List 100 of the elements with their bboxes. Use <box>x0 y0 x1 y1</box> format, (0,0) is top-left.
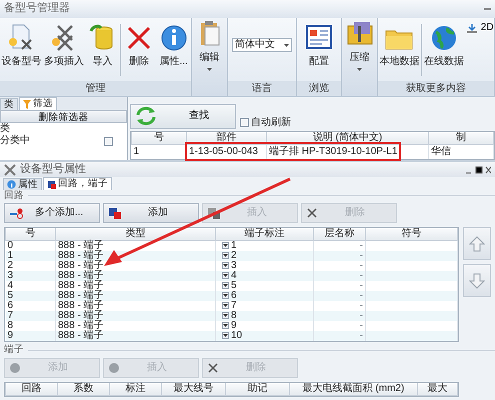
table-cell: - <box>360 290 363 301</box>
circle-icon <box>9 362 21 374</box>
ribbon-button[interactable]: 设备型号 <box>0 22 42 68</box>
dropdown-button[interactable] <box>222 302 229 309</box>
info-icon <box>7 180 16 189</box>
table-cell: 888 - 端子 <box>56 270 216 280</box>
caret-icon <box>223 294 228 297</box>
action-button: 添加 <box>4 358 100 378</box>
dropdown-button[interactable] <box>222 252 229 259</box>
group-label: 管理 <box>0 81 191 96</box>
dropdown-button[interactable] <box>222 332 229 339</box>
list-item[interactable]: 类 <box>0 123 10 135</box>
caret-icon <box>223 254 228 257</box>
tab[interactable]: 类 <box>0 98 18 110</box>
table-cell-text: 2 <box>231 251 238 260</box>
caret-icon <box>223 284 228 287</box>
ribbon-button[interactable]: 删除 <box>122 22 156 68</box>
column-header[interactable]: 端子标注 <box>216 228 314 240</box>
dropdown-button[interactable] <box>222 312 229 319</box>
column-header[interactable]: 符号 <box>366 228 458 240</box>
tab[interactable]: 筛选 <box>19 97 57 110</box>
table-cell: 7 <box>6 310 56 320</box>
dropdown-button[interactable] <box>222 322 229 329</box>
ribbon-button[interactable]: 配置 <box>302 22 336 68</box>
dropdown-button[interactable]: 压缩 <box>342 18 377 96</box>
dropdown-button[interactable] <box>222 282 229 289</box>
table-cell: 1 <box>6 250 56 260</box>
action-button: 删除 <box>202 358 298 378</box>
table-cell: - <box>360 320 363 331</box>
table-cell: - <box>360 270 363 281</box>
table-cell-text: 9 <box>231 321 238 330</box>
action-button[interactable]: 多个添加... <box>4 203 100 223</box>
column-header[interactable]: 号 <box>6 228 56 240</box>
group-label: 端子 <box>4 344 24 356</box>
caret-icon <box>284 44 289 46</box>
dropdown-button[interactable] <box>222 262 229 269</box>
ribbon-button[interactable]: 在线数据 <box>422 22 465 68</box>
action-button[interactable]: 添加 <box>103 203 199 223</box>
terminal-icon <box>108 207 122 219</box>
action-button: 插入 <box>202 203 298 223</box>
column-header[interactable]: 号 <box>132 132 186 144</box>
table-cell: 9 <box>6 330 56 340</box>
ribbon-button[interactable]: 导入 <box>86 22 120 68</box>
table-cell: - <box>360 300 363 311</box>
arrow-up-icon <box>469 236 485 252</box>
tab[interactable]: 回路，端子 <box>43 177 112 190</box>
tab[interactable]: 属性 <box>3 178 42 190</box>
table-cell: 888 - 端子 <box>56 310 216 320</box>
table-cell: 端子排 HP-T3019-10-10P-L1 <box>266 144 428 159</box>
ribbon-button[interactable]: 属性... <box>156 22 191 68</box>
add-multiple-icon <box>9 207 23 219</box>
table-cell: - <box>360 260 363 271</box>
minimize-icon <box>484 8 491 10</box>
dropdown-button[interactable] <box>222 272 229 279</box>
caret-icon <box>223 244 228 248</box>
column-header[interactable]: 最大电线截面积 (mm2) <box>290 382 418 395</box>
checkbox[interactable] <box>104 136 113 146</box>
column-header[interactable]: 系数 <box>58 382 110 395</box>
column-header[interactable]: 回路 <box>6 382 58 395</box>
list-item[interactable]: 分类中 <box>0 135 30 147</box>
panel-icon <box>303 22 335 52</box>
table-cell: 3 <box>6 270 56 280</box>
table-cell-text: 4 <box>231 271 238 280</box>
action-button: 插入 <box>103 358 199 378</box>
table-cell: 888 - 端子 <box>56 330 216 340</box>
checkbox[interactable] <box>240 118 249 127</box>
window-controls-icon <box>465 166 491 174</box>
group-label: 语言 <box>228 81 296 96</box>
remove-filter-button[interactable]: 删除筛选器 <box>0 110 127 123</box>
column-header[interactable]: 类型 <box>56 228 216 240</box>
window-title: 设备型号属性 <box>20 162 86 176</box>
dropdown-button[interactable] <box>222 292 229 299</box>
action-button: 删除 <box>301 203 397 223</box>
table-cell: - <box>360 330 363 341</box>
table-cell: 华信 <box>428 144 494 159</box>
ribbon-button[interactable]: 2D <box>466 22 494 34</box>
close-icon <box>306 207 318 219</box>
circle-icon <box>108 362 120 374</box>
table-cell: 888 - 端子 <box>56 290 216 300</box>
caret-icon <box>207 68 212 71</box>
table-cell: 1-13-05-00-043 <box>186 144 266 159</box>
table-cell-text: 3 <box>231 261 238 270</box>
table-cell-text: 6 <box>231 291 238 300</box>
column-header[interactable]: 层名称 <box>314 228 366 240</box>
column-header[interactable]: 标注 <box>110 382 162 395</box>
terminal-icon <box>207 207 221 219</box>
window-title: 备型号管理器 <box>4 2 70 16</box>
ribbon-button[interactable]: 本地数据 <box>378 22 420 68</box>
search-button[interactable]: 查找 <box>130 104 236 128</box>
column-header[interactable]: 最大 <box>418 382 458 395</box>
dropdown-button[interactable]: 编辑 <box>192 18 227 96</box>
language-select[interactable]: 简体中文 <box>232 38 292 52</box>
column-header[interactable]: 助记 <box>226 382 290 395</box>
column-header[interactable]: 制 <box>428 132 494 144</box>
select-value: 简体中文 <box>235 39 275 51</box>
ribbon-button[interactable]: 多项插入 <box>42 22 85 68</box>
column-header[interactable]: 最大线号 <box>162 382 226 395</box>
dropdown-button[interactable] <box>222 242 229 250</box>
caret-icon <box>223 304 228 307</box>
funnel-icon <box>23 100 31 108</box>
